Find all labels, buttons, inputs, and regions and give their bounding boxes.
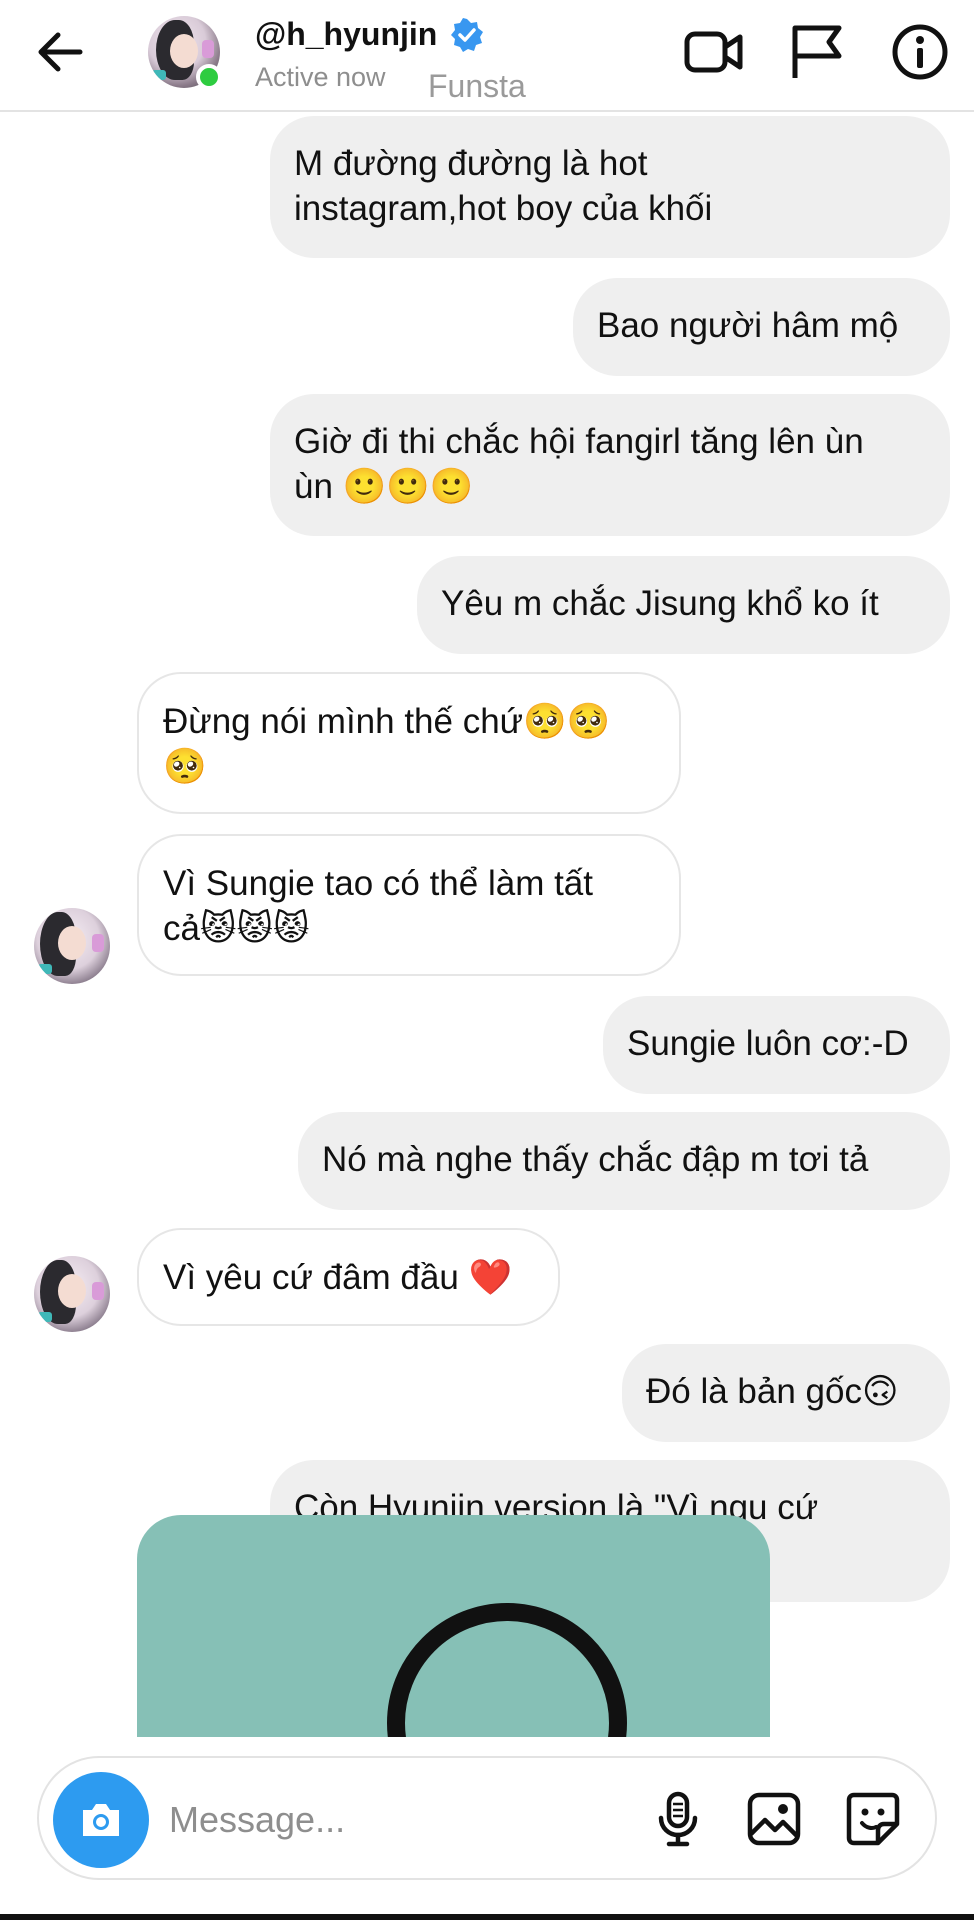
online-indicator [196,64,222,90]
flag-icon[interactable] [785,20,849,84]
video-call-icon[interactable] [682,20,746,84]
message-composer [37,1756,937,1880]
message-input[interactable] [169,1788,649,1852]
info-icon[interactable] [888,20,952,84]
camera-icon[interactable] [53,1772,149,1868]
sender-avatar[interactable] [34,1256,110,1332]
sticker-icon[interactable] [844,1790,902,1848]
profile-avatar[interactable] [148,16,222,90]
back-arrow-icon[interactable] [30,22,90,82]
message-bubble-sent[interactable]: Sungie luôn cơ:-D [603,996,950,1094]
message-thread[interactable]: M đường đường là hot instagram,hot boy c… [0,112,974,1737]
image-content [387,1603,627,1737]
message-bubble-sent[interactable]: Bao người hâm mộ [573,278,950,376]
account-label: Funsta [428,68,526,104]
message-bubble-received[interactable]: Vì Sungie tao có thể làm tất cả😾😾😾 [137,834,681,976]
message-bubble-sent[interactable]: Nó mà nghe thấy chắc đập m tơi tả [298,1112,950,1210]
message-bubble-received[interactable]: Vì yêu cứ đâm đầu ❤️ [137,1228,560,1326]
message-bubble-sent[interactable]: Giờ đi thi chắc hội fangirl tăng lên ùn … [270,394,950,536]
chat-header: @h_hyunjin Active now Funsta [0,0,974,112]
message-bubble-sent[interactable]: M đường đường là hot instagram,hot boy c… [270,116,950,258]
message-bubble-sent[interactable]: Đó là bản gốc🙃 [622,1344,950,1442]
gallery-icon[interactable] [745,1790,803,1848]
system-navigation-bar [0,1914,974,1920]
message-bubble-sent[interactable]: Yêu m chắc Jisung khổ ko ít [417,556,950,654]
sender-avatar[interactable] [34,908,110,984]
message-bubble-received[interactable]: Đừng nói mình thế chứ🥺🥺 🥺 [137,672,681,814]
active-status: Active now [255,62,386,92]
microphone-icon[interactable] [649,1790,707,1848]
verified-badge-icon [450,18,484,52]
direct-message-screen: @h_hyunjin Active now Funsta M đường đườ… [0,0,974,1920]
chat-username[interactable]: @h_hyunjin [255,16,437,53]
shared-image-preview[interactable] [137,1515,770,1737]
